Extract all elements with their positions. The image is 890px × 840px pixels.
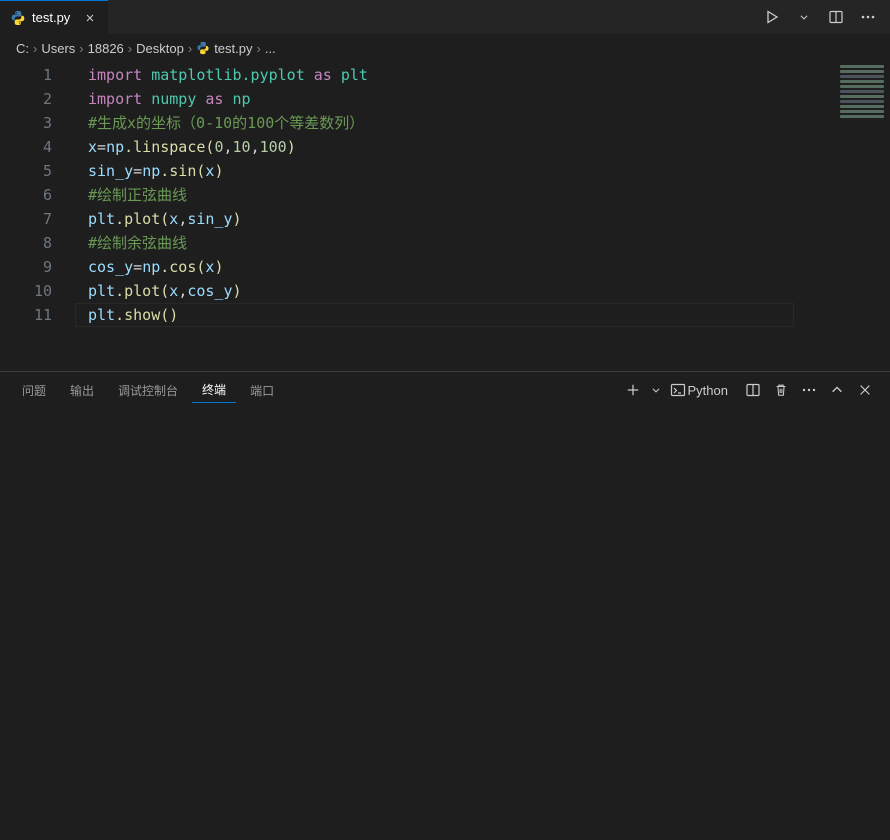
run-dropdown-icon[interactable] [790,3,818,31]
tab-bar: test.py [0,0,890,35]
chevron-right-icon: › [79,41,83,56]
tab-close-button[interactable] [82,10,98,26]
panel-tabs: 问题 输出 调试控制台 终端 端口 Python [0,372,890,408]
code-line: x=np.linspace(0,10,100) [88,135,880,159]
breadcrumb-18826[interactable]: 18826 [88,41,124,56]
split-editor-button[interactable] [822,3,850,31]
chevron-right-icon: › [256,41,260,56]
code-line: plt.plot(x,cos_y) [88,279,880,303]
panel-more-button[interactable] [796,377,822,403]
editor-title-actions [758,0,890,34]
code-line: #绘制余弦曲线 [88,231,880,255]
line-number: 11 [0,303,52,327]
line-number: 4 [0,135,52,159]
line-number: 1 [0,63,52,87]
code-line: sin_y=np.sin(x) [88,159,880,183]
code-line: #生成x的坐标（0-10的100个等差数列） [88,111,880,135]
launch-profile-button[interactable]: Python [666,377,738,403]
line-number: 8 [0,231,52,255]
split-terminal-button[interactable] [740,377,766,403]
breadcrumb-file-label: test.py [214,41,252,56]
panel-tab-problems[interactable]: 问题 [12,378,56,403]
terminal-body[interactable] [0,408,890,840]
new-terminal-button[interactable] [620,377,646,403]
tab-active[interactable]: test.py [0,0,108,34]
line-number: 10 [0,279,52,303]
minimap[interactable] [840,65,884,125]
line-number-gutter: 1 2 3 4 5 6 7 8 9 10 11 [0,63,70,327]
breadcrumb-ellipsis[interactable]: ... [265,41,276,56]
launch-profile-label: Python [686,383,734,398]
tab-label: test.py [32,10,70,25]
breadcrumb-file[interactable]: test.py [196,41,252,56]
chevron-right-icon: › [188,41,192,56]
line-number: 5 [0,159,52,183]
panel: 问题 输出 调试控制台 终端 端口 Python [0,371,890,840]
chevron-right-icon: › [128,41,132,56]
chevron-right-icon: › [33,41,37,56]
breadcrumb-desktop[interactable]: Desktop [136,41,184,56]
breadcrumb: C: › Users › 18826 › Desktop › test.py ›… [0,35,890,61]
breadcrumb-users[interactable]: Users [41,41,75,56]
code-line: import numpy as np [88,87,880,111]
panel-tab-output[interactable]: 输出 [60,378,104,403]
run-button[interactable] [758,3,786,31]
new-terminal-dropdown-icon[interactable] [648,377,664,403]
panel-tab-ports[interactable]: 端口 [240,378,284,403]
python-file-icon [10,10,26,26]
line-number: 2 [0,87,52,111]
code-line: import matplotlib.pyplot as plt [88,63,880,87]
line-number: 6 [0,183,52,207]
kill-terminal-button[interactable] [768,377,794,403]
code-line: #绘制正弦曲线 [88,183,880,207]
code-line: plt.show() [88,303,880,327]
maximize-panel-button[interactable] [824,377,850,403]
line-number: 9 [0,255,52,279]
more-actions-button[interactable] [854,3,882,31]
close-panel-button[interactable] [852,377,878,403]
panel-tab-terminal[interactable]: 终端 [192,377,236,403]
line-number: 7 [0,207,52,231]
code-editor[interactable]: 1 2 3 4 5 6 7 8 9 10 11 import matplotli… [0,61,890,371]
panel-tab-debug[interactable]: 调试控制台 [108,378,188,403]
python-file-icon [196,41,210,55]
line-number: 3 [0,111,52,135]
code-line: plt.plot(x,sin_y) [88,207,880,231]
code-lines: import matplotlib.pyplot as plt import n… [88,63,880,327]
breadcrumb-c[interactable]: C: [16,41,29,56]
panel-actions: Python [620,377,878,403]
code-line: cos_y=np.cos(x) [88,255,880,279]
